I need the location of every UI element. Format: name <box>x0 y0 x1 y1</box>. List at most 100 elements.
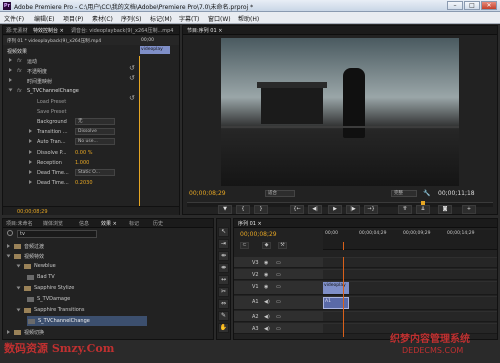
timeline-timecode[interactable]: 00;00;08;29 <box>240 231 277 238</box>
auto-trans-select[interactable]: No use... <box>75 138 115 145</box>
snap-icon[interactable]: ⊂ <box>240 242 249 249</box>
speaker-icon[interactable]: ◀) <box>264 326 270 332</box>
expand-icon[interactable] <box>9 58 12 62</box>
out-point-button[interactable]: } <box>254 205 268 214</box>
play-button[interactable]: ▶ <box>328 205 342 214</box>
collapse-icon[interactable] <box>16 308 21 312</box>
hand-tool-icon[interactable]: ✋ <box>218 323 229 333</box>
time-remap-label[interactable]: 时间重映射 <box>27 78 52 85</box>
time-ruler[interactable]: 00;00 00;00;04;29 00;00;09;29 00;00;14;2… <box>323 230 497 250</box>
add-button[interactable]: + <box>462 205 476 214</box>
lock-icon[interactable]: ▭ <box>276 260 281 266</box>
reset-icon[interactable]: ↺ <box>129 64 137 72</box>
extract-button[interactable]: ⇊ <box>416 205 430 214</box>
reset-icon[interactable]: ↺ <box>129 74 137 82</box>
track-content[interactable] <box>323 258 497 267</box>
close-button[interactable]: ✕ <box>481 1 497 10</box>
lock-icon[interactable]: ▭ <box>276 284 281 290</box>
minimize-button[interactable]: – <box>447 1 463 10</box>
lock-icon[interactable]: ▭ <box>276 314 281 320</box>
effect-name[interactable]: S_TVChannelChange <box>27 88 79 94</box>
menu-marker[interactable]: 标记(M) <box>150 14 172 23</box>
tab-audio-mixer[interactable]: 调音台: videoplayback(9)_x264压制...mp4 <box>71 27 173 34</box>
reception-value[interactable]: 1.000 <box>75 160 89 166</box>
tab-effect-controls[interactable]: 特效控制台 × <box>33 27 64 34</box>
expand-icon[interactable] <box>9 68 12 72</box>
razor-tool-icon[interactable]: ✂ <box>218 287 229 297</box>
menu-title[interactable]: 字幕(T) <box>179 14 199 23</box>
speaker-icon[interactable]: ◀) <box>264 299 270 305</box>
dissolve-value[interactable]: 0.00 % <box>75 150 92 156</box>
lock-icon[interactable]: ▭ <box>276 326 281 332</box>
menu-edit[interactable]: 编辑(E) <box>34 14 54 23</box>
eye-icon[interactable]: ◉ <box>264 272 268 278</box>
tab-markers[interactable]: 标记 <box>129 220 139 227</box>
opacity-label[interactable]: 不透明度 <box>27 68 47 75</box>
load-preset-button[interactable]: Load Preset <box>37 99 66 105</box>
menu-sequence[interactable]: 序列(S) <box>121 14 142 23</box>
fit-select[interactable]: 适合 <box>265 190 295 197</box>
tab-program[interactable]: 节目:序列 01 × <box>187 27 222 34</box>
track-content[interactable]: A1 <box>323 297 497 309</box>
rolling-edit-tool-icon[interactable]: ⇼ <box>218 263 229 273</box>
track-content[interactable] <box>323 270 497 279</box>
goto-out-button[interactable]: →} <box>364 205 378 214</box>
timeline-playhead-head[interactable] <box>343 242 344 250</box>
tab-source[interactable]: 源:无素材 <box>6 27 28 34</box>
program-timecode-left[interactable]: 00;00;08;29 <box>189 190 226 197</box>
menu-file[interactable]: 文件(F) <box>4 14 24 23</box>
maximize-button[interactable]: □ <box>464 1 480 10</box>
lift-button[interactable]: ⇈ <box>398 205 412 214</box>
video-clip[interactable]: videoplay <box>323 282 349 294</box>
dead-time-select[interactable]: Static O... <box>75 169 115 176</box>
tab-sequence[interactable]: 序列 01 × <box>238 220 262 227</box>
slip-tool-icon[interactable]: ⇔ <box>218 299 229 309</box>
step-forward-button[interactable]: |▶ <box>346 205 360 214</box>
transition-select[interactable]: Dissolve <box>75 128 115 135</box>
menu-project[interactable]: 项目(P) <box>63 14 83 23</box>
effects-search-input[interactable]: tv <box>17 230 97 238</box>
expand-icon[interactable] <box>7 330 10 334</box>
save-preset-button[interactable]: Save Preset <box>37 109 66 115</box>
expand-icon[interactable] <box>29 170 32 174</box>
tab-info[interactable]: 信息 <box>79 220 89 227</box>
menu-help[interactable]: 帮助(H) <box>238 14 259 23</box>
eye-icon[interactable]: ◉ <box>264 260 268 266</box>
in-point-button[interactable]: { <box>236 205 250 214</box>
tree-item-s-tvchannelchange[interactable]: S_TVChannelChange <box>27 316 147 326</box>
marker-button[interactable]: ▼ <box>218 205 232 214</box>
tab-effects[interactable]: 效果 × <box>101 220 117 227</box>
ripple-edit-tool-icon[interactable]: ⇹ <box>218 251 229 261</box>
motion-label[interactable]: 运动 <box>27 58 37 65</box>
ec-timecode[interactable]: 00;00;08;29 <box>17 209 48 215</box>
audio-clip[interactable]: A1 <box>323 297 349 309</box>
eye-icon[interactable]: ◉ <box>264 284 268 290</box>
tab-history[interactable]: 历史 <box>153 220 163 227</box>
expand-icon[interactable] <box>29 150 32 154</box>
menu-window[interactable]: 窗口(W) <box>208 14 231 23</box>
tab-project[interactable]: 项目:未命名 <box>6 220 33 227</box>
speaker-icon[interactable]: ◀) <box>264 314 270 320</box>
expand-icon[interactable] <box>29 129 32 133</box>
wrench-icon[interactable]: ⚒ <box>278 242 287 249</box>
collapse-icon[interactable] <box>16 286 21 290</box>
wrench-icon[interactable]: 🔧 <box>423 190 430 197</box>
quality-select[interactable]: 完整 <box>391 190 417 197</box>
expand-icon[interactable] <box>29 160 32 164</box>
expand-icon[interactable] <box>7 244 10 248</box>
collapse-icon[interactable] <box>6 254 11 258</box>
export-frame-button[interactable]: ◙ <box>438 205 452 214</box>
lock-icon[interactable]: ▭ <box>276 299 281 305</box>
background-select[interactable]: 无 <box>75 118 115 125</box>
step-back-button[interactable]: ◀| <box>308 205 322 214</box>
expand-icon[interactable] <box>29 139 32 143</box>
track-content[interactable]: videoplay <box>323 282 497 294</box>
collapse-icon[interactable] <box>16 264 21 268</box>
track-select-tool-icon[interactable]: ⇥ <box>218 239 229 249</box>
expand-icon[interactable] <box>29 180 32 184</box>
track-content[interactable] <box>323 312 497 321</box>
lock-icon[interactable]: ▭ <box>276 272 281 278</box>
dead-time2-value[interactable]: 0.2030 <box>75 180 93 186</box>
menu-clip[interactable]: 素材(C) <box>92 14 113 23</box>
goto-in-button[interactable]: {← <box>290 205 304 214</box>
